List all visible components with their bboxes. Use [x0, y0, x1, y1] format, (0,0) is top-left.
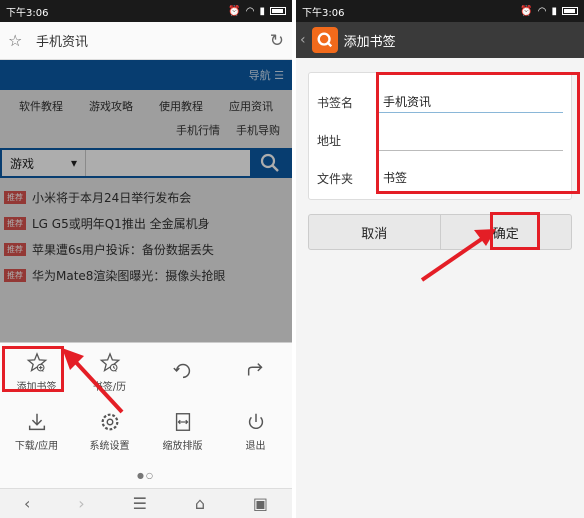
bookmark-address-label: 地址	[317, 133, 342, 148]
browser-bottom-nav: ‹ › ☰ ⌂ ▣	[0, 488, 292, 518]
right-phone-screen: 下午3:06 ⏰ ◠ ▮ ‹ 添加书签 书签名 手机资讯 地址 文件夹 书签 取…	[296, 0, 584, 518]
status-bar: 下午3:06 ⏰ ◠ ▮	[296, 0, 584, 22]
downloads-apps-button[interactable]: 下载/应用	[0, 401, 73, 461]
menu-icon[interactable]: ☰	[133, 494, 147, 513]
address-bar[interactable]: ☆ 手机资讯 ↻	[0, 22, 292, 60]
system-settings-button[interactable]: 系统设置	[73, 401, 146, 461]
left-phone-screen: 下午3:06 ⏰ ◠ ▮ ☆ 手机资讯 ↻ 导航 ☰ 软件教程 游戏攻略 使用教…	[0, 0, 292, 518]
bookmarks-history-button[interactable]: 书签/历	[73, 343, 146, 401]
wifi-icon: ◠	[245, 5, 255, 17]
share-icon	[247, 363, 263, 376]
reload-icon[interactable]: ↻	[270, 31, 284, 51]
status-bar: 下午3:06 ⏰ ◠ ▮	[0, 0, 292, 22]
highlight-box-form	[376, 72, 580, 194]
dialog-title-bar: ‹ 添加书签	[296, 22, 584, 58]
share-button[interactable]	[219, 343, 292, 401]
gear-icon	[101, 413, 118, 430]
menu-pager-dots: ●○	[137, 471, 155, 480]
browser-app-icon	[311, 27, 338, 53]
bookmark-name-label: 书签名	[317, 95, 354, 110]
signal-icon: ▮	[259, 5, 265, 17]
page-title: 手机资讯	[36, 35, 89, 50]
bookmark-history-icon	[99, 351, 120, 372]
home-icon[interactable]: ⌂	[195, 494, 205, 513]
highlight-box-confirm	[490, 212, 540, 250]
back-icon[interactable]: ‹	[24, 494, 30, 513]
battery-icon	[270, 7, 286, 15]
alarm-icon: ⏰	[520, 5, 533, 17]
highlight-box-add-bookmark	[2, 346, 64, 392]
zoom-layout-icon	[175, 412, 190, 431]
status-time: 下午3:06	[6, 7, 49, 19]
tabs-icon[interactable]: ▣	[253, 494, 268, 513]
star-icon[interactable]: ☆	[8, 31, 36, 50]
alarm-icon: ⏰	[228, 5, 241, 17]
status-time: 下午3:06	[302, 7, 345, 19]
signal-icon: ▮	[551, 5, 557, 17]
forward-icon[interactable]: ›	[78, 494, 84, 513]
dim-overlay[interactable]	[0, 60, 292, 342]
refresh-button[interactable]	[146, 343, 219, 401]
dialog-title: 添加书签	[343, 34, 396, 50]
back-icon[interactable]: ‹	[300, 32, 306, 48]
wifi-icon: ◠	[537, 5, 547, 17]
zoom-layout-button[interactable]: 缩放排版	[146, 401, 219, 461]
download-icon	[28, 413, 45, 430]
q-logo-icon	[317, 32, 332, 48]
battery-icon	[562, 7, 578, 15]
bookmark-folder-label: 文件夹	[317, 171, 354, 186]
cancel-button[interactable]: 取消	[309, 215, 440, 249]
refresh-icon	[172, 363, 190, 379]
exit-button[interactable]: 退出	[219, 401, 292, 461]
power-icon	[248, 413, 263, 429]
